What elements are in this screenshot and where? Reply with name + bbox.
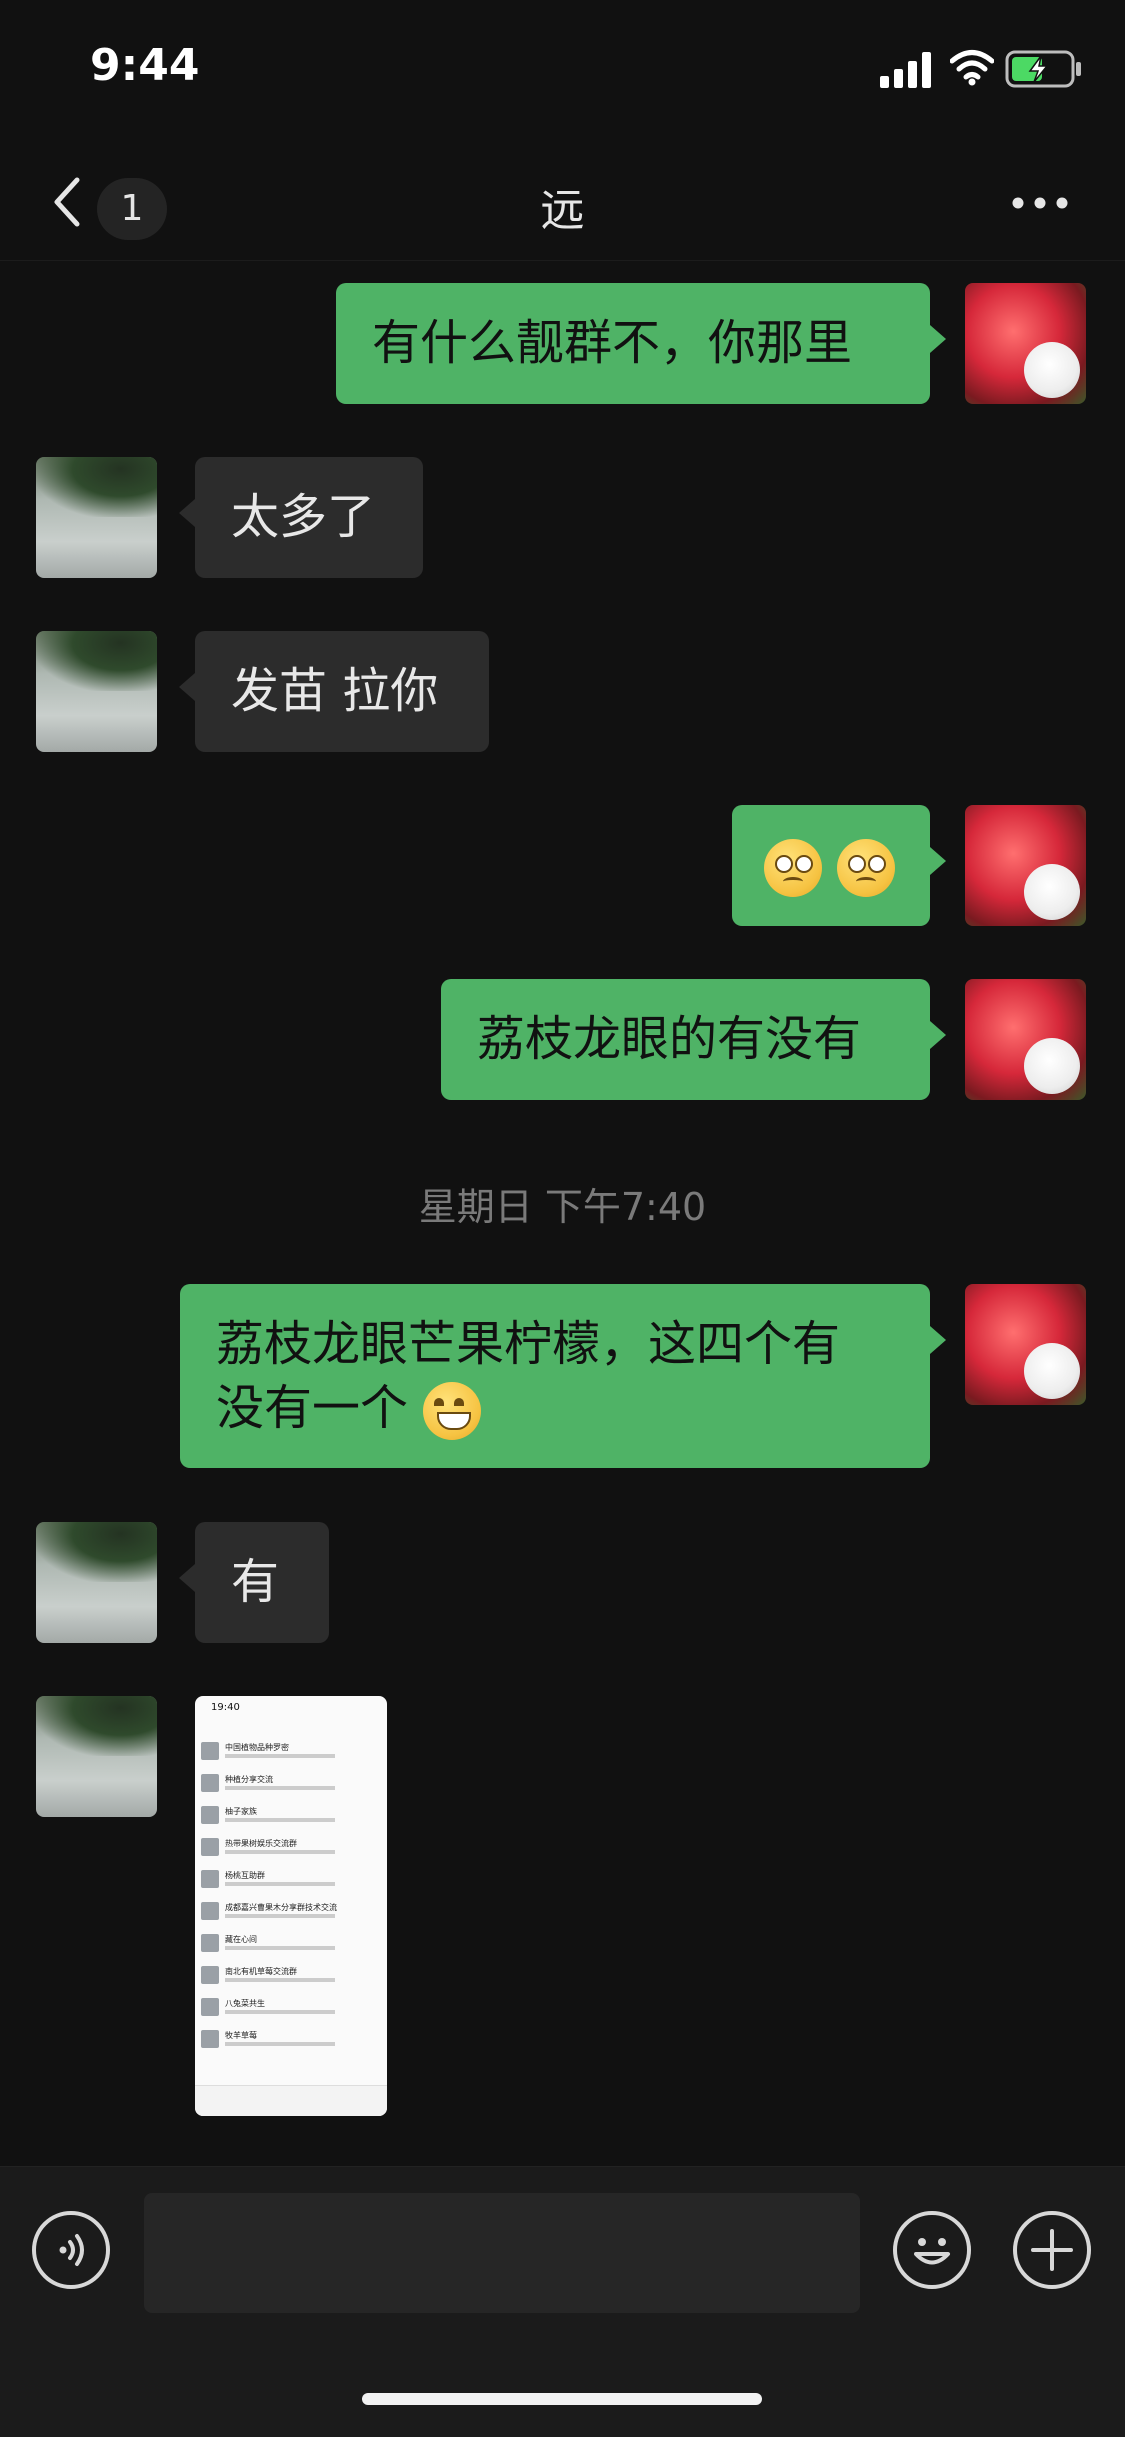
wifi-icon [950,50,994,86]
grinning-face-icon [423,1382,482,1440]
message-bubble-me[interactable]: 荔枝龙眼芒果柠檬，这四个有 没有一个 [180,1284,946,1468]
chat-title: 远 [540,185,585,236]
message-text: 没有一个 [216,1380,409,1436]
chat-header: 1 远 [0,140,1125,261]
thumb-row-title: 八兔菜共生 [225,1999,265,2008]
message-input[interactable] [144,2193,860,2313]
thumb-row-title: 中国植物品种罗密 [225,1743,289,1752]
cellular-signal-icon [880,52,931,88]
message-text: 荔枝龙眼的有没有 [477,1011,862,1067]
thumb-row: 杨桃互助群 [201,1868,381,1892]
contact-avatar[interactable] [36,457,157,578]
message-text: 太多了 [231,489,376,545]
thumb-row: 热带果树娱乐交流群 [201,1836,381,1860]
battery-charging-icon [1005,50,1081,88]
my-avatar[interactable] [965,979,1086,1100]
message-bubble-other[interactable]: 太多了 [179,457,423,578]
message-bubble-other[interactable]: 有 [179,1522,329,1643]
smiley-icon[interactable] [893,2211,971,2289]
message-bubble-me[interactable]: 有什么靓群不，你那里 [336,283,946,404]
thumb-row: 成都嘉兴曹果木分享群技术交流 [201,1900,381,1924]
thumb-row-title: 杨桃互助群 [225,1871,265,1880]
pleading-face-icon [764,839,822,897]
thumb-row: 中国植物品种罗密 [201,1740,381,1764]
home-indicator[interactable] [362,2393,762,2405]
message-text: 有什么靓群不，你那里 [372,315,853,371]
message-text: 有 [231,1554,280,1610]
pleading-face-icon [837,839,896,897]
voice-icon[interactable] [32,2211,110,2289]
contact-avatar[interactable] [36,1522,157,1643]
thumb-row-title: 种植分享交流 [225,1775,273,1784]
my-avatar[interactable] [965,1284,1086,1405]
my-avatar[interactable] [965,805,1086,926]
message-bubble-other[interactable]: 发苗 拉你 [179,631,489,752]
my-avatar[interactable] [965,283,1086,404]
thumb-row-title: 柚子家族 [225,1807,257,1816]
thumb-row: 南北有机草莓交流群 [201,1964,381,1988]
contact-avatar[interactable] [36,1696,157,1817]
thumb-status-time: 19:40 [211,1702,240,1713]
thumb-row: 牧羊草莓 [201,2028,381,2052]
message-text-line1: 荔枝龙眼芒果柠檬，这四个有 [216,1316,841,1372]
ellipsis-icon[interactable] [1010,195,1070,211]
thumb-row-title: 成都嘉兴曹果木分享群技术交流 [225,1903,337,1912]
thumb-row: 八兔菜共生 [201,1996,381,2020]
thumb-row-title: 牧羊草莓 [225,2031,257,2040]
thumb-row: 柚子家族 [201,1804,381,1828]
thumb-row: 藏在心间 [201,1932,381,1956]
thumb-row-title: 南北有机草莓交流群 [225,1967,297,1976]
thumb-row: 种植分享交流 [201,1772,381,1796]
timestamp-divider: 星期日 下午7:40 [418,1185,707,1229]
contact-avatar[interactable] [36,631,157,752]
thumb-tab-bar [195,2085,387,2116]
plus-icon[interactable] [1013,2211,1091,2289]
message-text: 发苗 拉你 [231,663,439,719]
status-time: 9:44 [90,40,200,91]
message-text-line2: 没有一个 [216,1376,894,1440]
message-bubble-me[interactable] [732,805,946,926]
thumb-row-title: 藏在心间 [225,1935,257,1944]
image-message-thumbnail[interactable]: 19:40 中国植物品种罗密 种植分享交流 柚子家族 热带果树娱乐交流群 杨桃互… [195,1696,387,2116]
message-bubble-me[interactable]: 荔枝龙眼的有没有 [441,979,946,1100]
thumb-row-title: 热带果树娱乐交流群 [225,1839,297,1848]
status-bar: 9:44 [0,0,1125,140]
